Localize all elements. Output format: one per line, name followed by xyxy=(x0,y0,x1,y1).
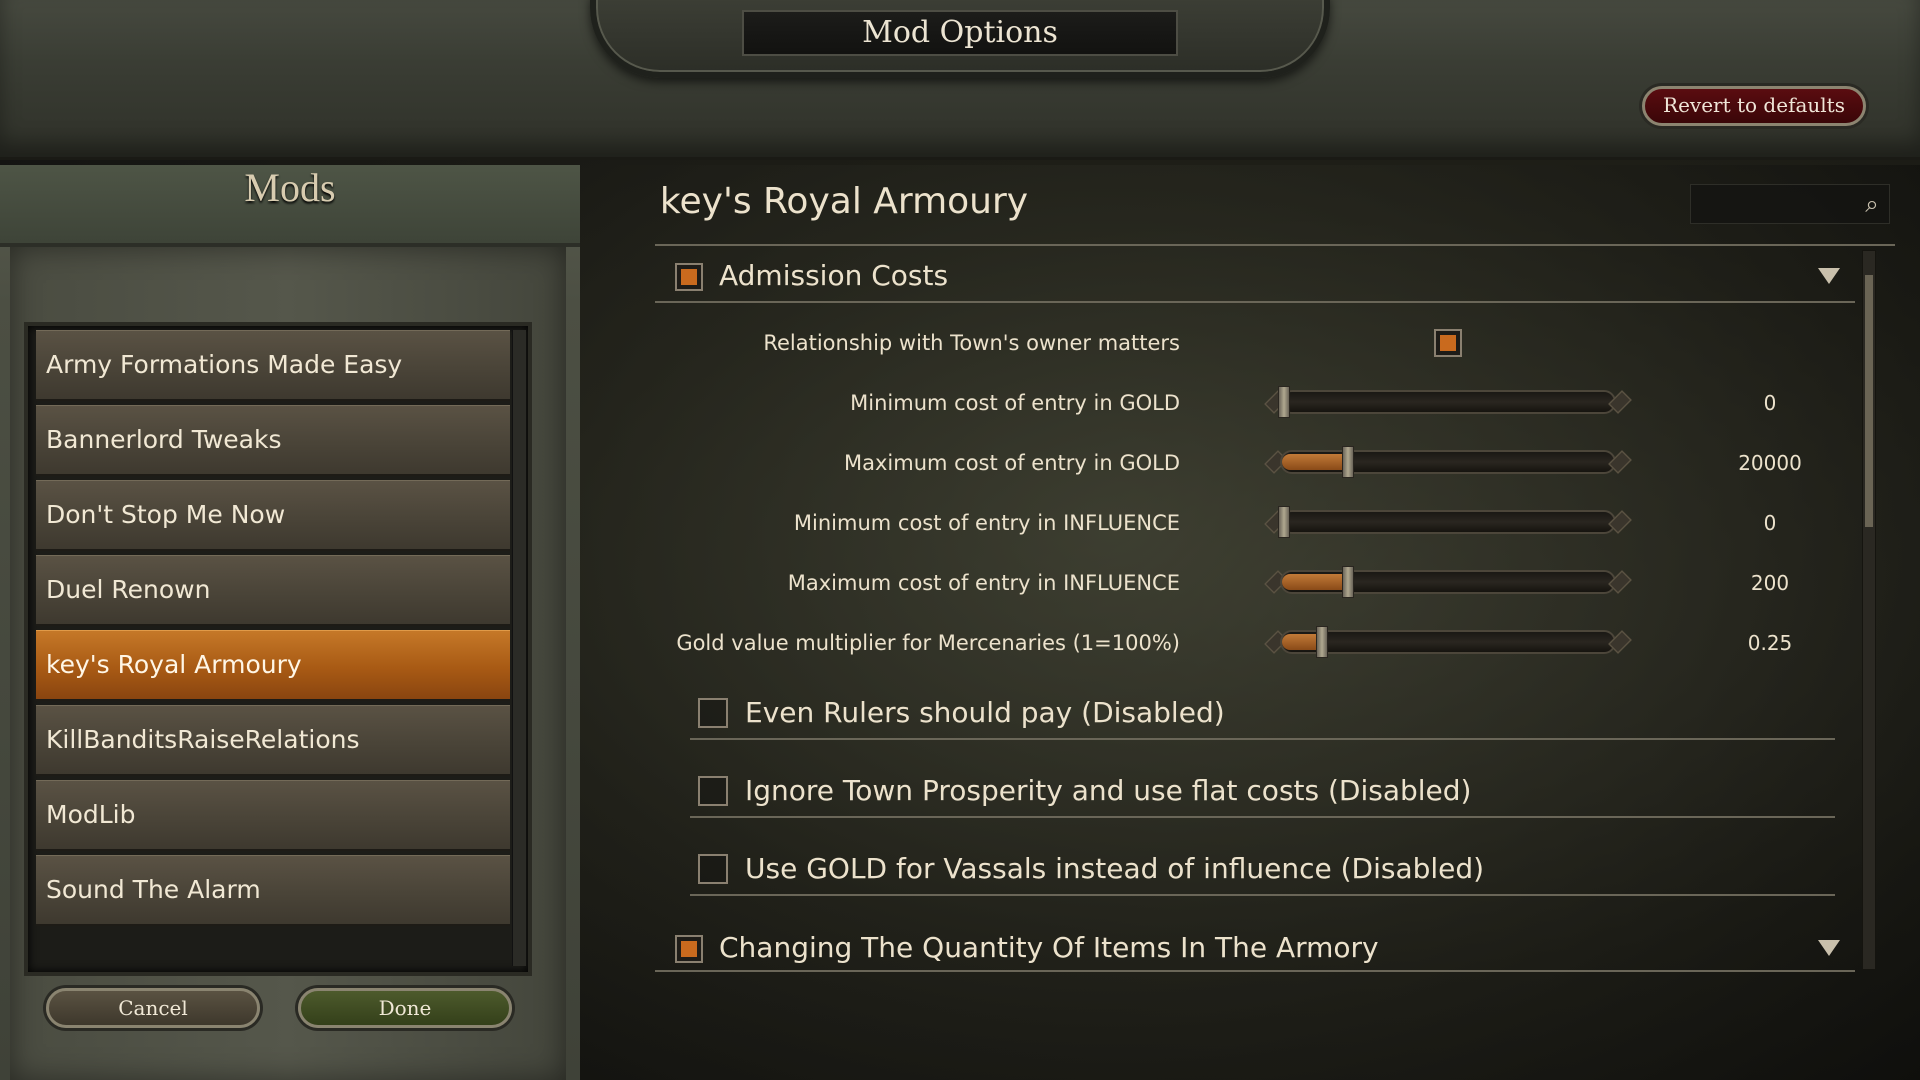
slider-thumb[interactable] xyxy=(1316,626,1328,658)
group-divider xyxy=(655,970,1855,972)
mods-header: Mods xyxy=(0,165,580,247)
relationship-checkbox[interactable] xyxy=(1434,329,1462,357)
slider-fill xyxy=(1282,454,1346,470)
slider-thumb[interactable] xyxy=(1342,446,1354,478)
slider-track[interactable] xyxy=(1280,510,1616,534)
setting-label-mercenary-multiplier: Gold value multiplier for Mercenaries (1… xyxy=(676,631,1180,655)
window-title: Mod Options xyxy=(742,10,1178,56)
mod-item-keys-royal-armoury[interactable]: key's Royal Armoury xyxy=(36,630,510,701)
chevron-down-icon[interactable] xyxy=(1818,268,1840,284)
value-max-gold: 20000 xyxy=(1738,451,1802,475)
group-admission-costs-checkbox[interactable] xyxy=(675,263,703,291)
mod-item-duel-renown[interactable]: Duel Renown xyxy=(36,555,510,626)
slider-max-influence[interactable] xyxy=(1262,566,1634,598)
group-divider xyxy=(655,301,1855,303)
group-ignore-prosperity-checkbox[interactable] xyxy=(698,776,728,806)
chevron-down-icon[interactable] xyxy=(1818,940,1840,956)
slider-min-gold[interactable] xyxy=(1262,386,1634,418)
slider-track[interactable] xyxy=(1280,390,1616,414)
group-ignore-prosperity[interactable]: Ignore Town Prosperity and use flat cost… xyxy=(655,764,1855,822)
search-icon[interactable]: ⌕ xyxy=(1858,190,1886,218)
value-mercenary-multiplier: 0.25 xyxy=(1747,631,1793,655)
setting-label-min-influence: Minimum cost of entry in INFLUENCE xyxy=(793,511,1180,535)
group-gold-for-vassals-label: Use GOLD for Vassals instead of influenc… xyxy=(745,852,1485,885)
setting-label-min-gold: Minimum cost of entry in GOLD xyxy=(850,391,1180,415)
value-max-influence: 200 xyxy=(1750,571,1790,595)
group-changing-quantity-checkbox[interactable] xyxy=(675,935,703,963)
group-even-rulers-checkbox[interactable] xyxy=(698,698,728,728)
mod-item-killbandits[interactable]: KillBanditsRaiseRelations xyxy=(36,705,510,776)
group-even-rulers[interactable]: Even Rulers should pay (Disabled) xyxy=(655,686,1855,744)
group-divider xyxy=(690,738,1835,740)
group-divider xyxy=(690,894,1835,896)
group-gold-for-vassals[interactable]: Use GOLD for Vassals instead of influenc… xyxy=(655,842,1855,900)
group-admission-costs[interactable]: Admission Costs xyxy=(655,248,1855,306)
mod-item-sound-the-alarm[interactable]: Sound The Alarm xyxy=(36,855,510,926)
slider-fill xyxy=(1282,634,1320,650)
settings-scrollbar[interactable] xyxy=(1862,250,1876,970)
header-divider xyxy=(655,244,1895,246)
slider-thumb[interactable] xyxy=(1278,386,1290,418)
slider-thumb[interactable] xyxy=(1342,566,1354,598)
revert-to-defaults-button[interactable]: Revert to defaults xyxy=(1642,86,1866,126)
mod-item-army-formations[interactable]: Army Formations Made Easy xyxy=(36,330,510,401)
slider-fill xyxy=(1282,574,1346,590)
slider-max-gold[interactable] xyxy=(1262,446,1634,478)
group-divider xyxy=(690,816,1835,818)
group-changing-quantity-label: Changing The Quantity Of Items In The Ar… xyxy=(719,931,1379,964)
group-gold-for-vassals-checkbox[interactable] xyxy=(698,854,728,884)
value-min-gold: 0 xyxy=(1763,391,1777,415)
mods-list: Army Formations Made Easy Bannerlord Twe… xyxy=(24,322,532,976)
slider-track[interactable] xyxy=(1280,630,1616,654)
group-even-rulers-label: Even Rulers should pay (Disabled) xyxy=(745,696,1225,729)
mods-scrollbar[interactable] xyxy=(512,330,526,966)
mods-title: Mods xyxy=(244,165,336,210)
mod-item-bannerlord-tweaks[interactable]: Bannerlord Tweaks xyxy=(36,405,510,476)
slider-thumb[interactable] xyxy=(1278,506,1290,538)
slider-min-influence[interactable] xyxy=(1262,506,1634,538)
slider-mercenary-multiplier[interactable] xyxy=(1262,626,1634,658)
mod-item-modlib[interactable]: ModLib xyxy=(36,780,510,851)
mod-item-dont-stop-me-now[interactable]: Don't Stop Me Now xyxy=(36,480,510,551)
cancel-button[interactable]: Cancel xyxy=(46,988,260,1028)
setting-label-max-gold: Maximum cost of entry in GOLD xyxy=(844,451,1180,475)
setting-label-relationship: Relationship with Town's owner matters xyxy=(763,331,1180,355)
group-ignore-prosperity-label: Ignore Town Prosperity and use flat cost… xyxy=(745,774,1472,807)
value-min-influence: 0 xyxy=(1763,511,1777,535)
setting-label-max-influence: Maximum cost of entry in INFLUENCE xyxy=(787,571,1180,595)
mod-title: key's Royal Armoury xyxy=(659,181,1029,222)
settings-scrollbar-thumb[interactable] xyxy=(1865,275,1873,527)
done-button[interactable]: Done xyxy=(298,988,512,1028)
group-admission-costs-label: Admission Costs xyxy=(719,259,949,292)
